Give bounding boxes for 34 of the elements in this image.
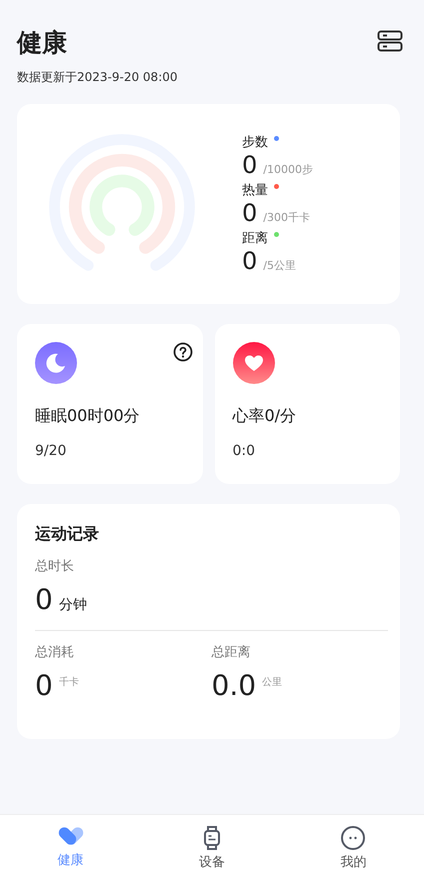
duration-label: 总时长 xyxy=(35,558,75,575)
card-detail: 9/20 xyxy=(35,443,68,459)
update-time: 数据更新于2023-9-20 08:00 xyxy=(17,69,178,86)
card-title: 睡眠00时00分 xyxy=(35,406,141,427)
moon-icon xyxy=(35,342,77,384)
card-title: 心率0/分 xyxy=(232,406,298,427)
metric-goal: /10000步 xyxy=(263,162,313,177)
stat-label: 总消耗 xyxy=(35,644,75,661)
stat-unit: 公里 xyxy=(262,676,282,689)
metric-label: 步数 xyxy=(242,134,268,151)
metric-value: 0 xyxy=(242,151,258,179)
help-icon[interactable] xyxy=(172,342,192,362)
heart-card[interactable]: 心率0/分 0:0 xyxy=(214,324,400,484)
duration-unit: 分钟 xyxy=(58,596,87,614)
nav-tab[interactable]: 设备 xyxy=(141,815,283,878)
server-icon[interactable] xyxy=(377,30,403,52)
stat-label: 总距离 xyxy=(212,644,252,661)
stat-value: 0.0 xyxy=(212,669,256,702)
metric-value: 0 xyxy=(242,199,258,227)
watch-icon xyxy=(202,825,222,851)
card-detail: 0:0 xyxy=(232,443,256,459)
page-title: 健康 xyxy=(17,27,68,59)
metric-value: 0 xyxy=(242,247,258,275)
metric-label: 距离 xyxy=(242,230,268,247)
metric-goal: /300千卡 xyxy=(263,210,310,225)
stat-value: 0 xyxy=(35,669,53,702)
stat-unit: 千卡 xyxy=(58,676,79,689)
sleep-card[interactable]: 睡眠00时00分 9/20 xyxy=(17,324,202,484)
section-title: 运动记录 xyxy=(35,524,100,545)
metric-goal: /5公里 xyxy=(263,258,296,273)
metric-label: 热量 xyxy=(242,182,268,199)
nav-tab[interactable]: 我的 xyxy=(282,815,424,878)
face-circle-icon xyxy=(340,825,366,851)
duration-value: 0 xyxy=(35,583,53,616)
